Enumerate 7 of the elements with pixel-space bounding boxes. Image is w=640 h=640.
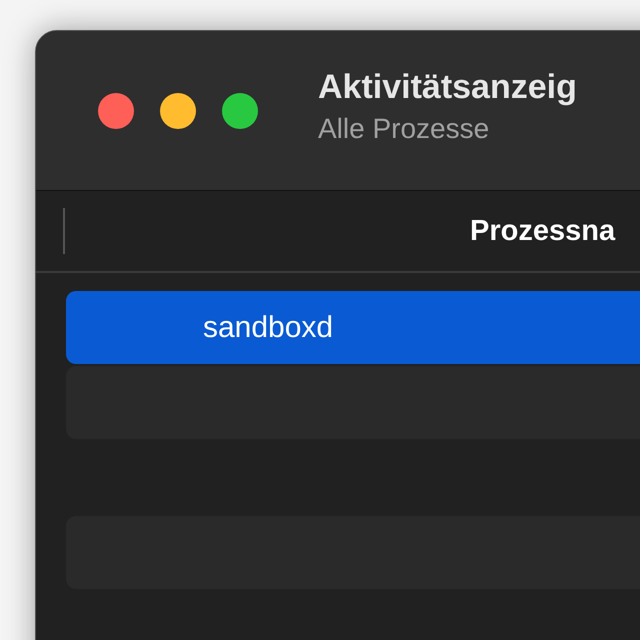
window-subtitle: Alle Prozesse [318, 113, 490, 145]
column-header[interactable]: Prozessna [470, 214, 616, 248]
close-button[interactable] [98, 92, 134, 128]
zoom-button[interactable] [222, 92, 258, 128]
process-row[interactable]: sandboxd [66, 291, 640, 364]
window-title: Aktivitätsanzeig [318, 68, 577, 107]
minimize-button[interactable] [160, 92, 196, 128]
